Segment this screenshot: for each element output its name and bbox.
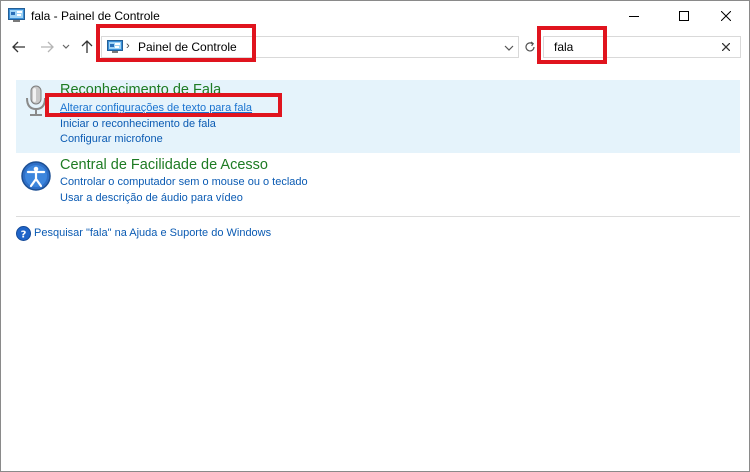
link-search-help[interactable]: Pesquisar "fala" na Ajuda e Suporte do W…: [34, 227, 271, 239]
svg-text:?: ?: [21, 230, 27, 241]
refresh-button[interactable]: [520, 36, 540, 58]
divider: [16, 216, 740, 217]
link-configure-microphone[interactable]: Configurar microfone: [60, 133, 163, 145]
help-icon: ?: [16, 226, 31, 241]
minimize-icon: [629, 16, 639, 17]
forward-button[interactable]: [37, 37, 57, 57]
maximize-button[interactable]: [661, 1, 707, 31]
microphone-icon: [26, 85, 46, 116]
navigation-bar: › Painel de Controle fala: [1, 31, 749, 63]
back-button[interactable]: [9, 37, 29, 57]
control-panel-icon: [8, 8, 25, 22]
up-button[interactable]: [77, 37, 97, 57]
breadcrumb-control-panel[interactable]: Painel de Controle: [138, 40, 237, 54]
arrow-up-icon: [81, 40, 93, 53]
minimize-button[interactable]: [611, 1, 657, 31]
ease-of-access-icon: [21, 161, 51, 191]
maximize-icon: [679, 11, 689, 21]
control-panel-window: fala - Painel de Controle › Painel de Co…: [0, 0, 750, 472]
chevron-down-icon: [504, 45, 514, 51]
arrow-left-icon: [12, 41, 25, 53]
chevron-down-icon: [62, 44, 70, 49]
search-input[interactable]: fala: [554, 40, 573, 54]
group-title-speech-recognition[interactable]: Reconhecimento de Fala: [60, 82, 221, 98]
search-box[interactable]: fala: [543, 36, 741, 58]
link-audio-description-video[interactable]: Usar a descrição de áudio para vídeo: [60, 192, 243, 204]
speech-recognition-group: Reconhecimento de Fala Alterar configura…: [16, 80, 740, 153]
window-title: fala - Painel de Controle: [31, 9, 160, 23]
control-panel-icon: [107, 40, 123, 53]
link-control-without-mouse-keyboard[interactable]: Controlar o computador sem o mouse ou o …: [60, 176, 308, 188]
address-bar[interactable]: › Painel de Controle: [101, 36, 519, 58]
refresh-icon: [525, 41, 535, 52]
clear-search-button[interactable]: [718, 39, 734, 55]
ease-of-access-group: Central de Facilidade de Acesso Controla…: [16, 155, 740, 215]
link-start-speech-recognition[interactable]: Iniciar o reconhecimento de fala: [60, 118, 216, 130]
close-icon: [722, 43, 730, 51]
close-button[interactable]: [703, 1, 749, 31]
link-change-text-to-speech-settings[interactable]: Alterar configurações de texto para fala: [60, 102, 252, 114]
address-dropdown-button[interactable]: [502, 41, 516, 55]
title-bar: fala - Painel de Controle: [1, 1, 749, 31]
group-title-ease-of-access[interactable]: Central de Facilidade de Acesso: [60, 157, 268, 173]
close-icon: [721, 11, 731, 21]
arrow-right-icon: [41, 41, 54, 53]
breadcrumb-separator[interactable]: ›: [126, 40, 130, 52]
recent-locations-button[interactable]: [59, 37, 73, 57]
